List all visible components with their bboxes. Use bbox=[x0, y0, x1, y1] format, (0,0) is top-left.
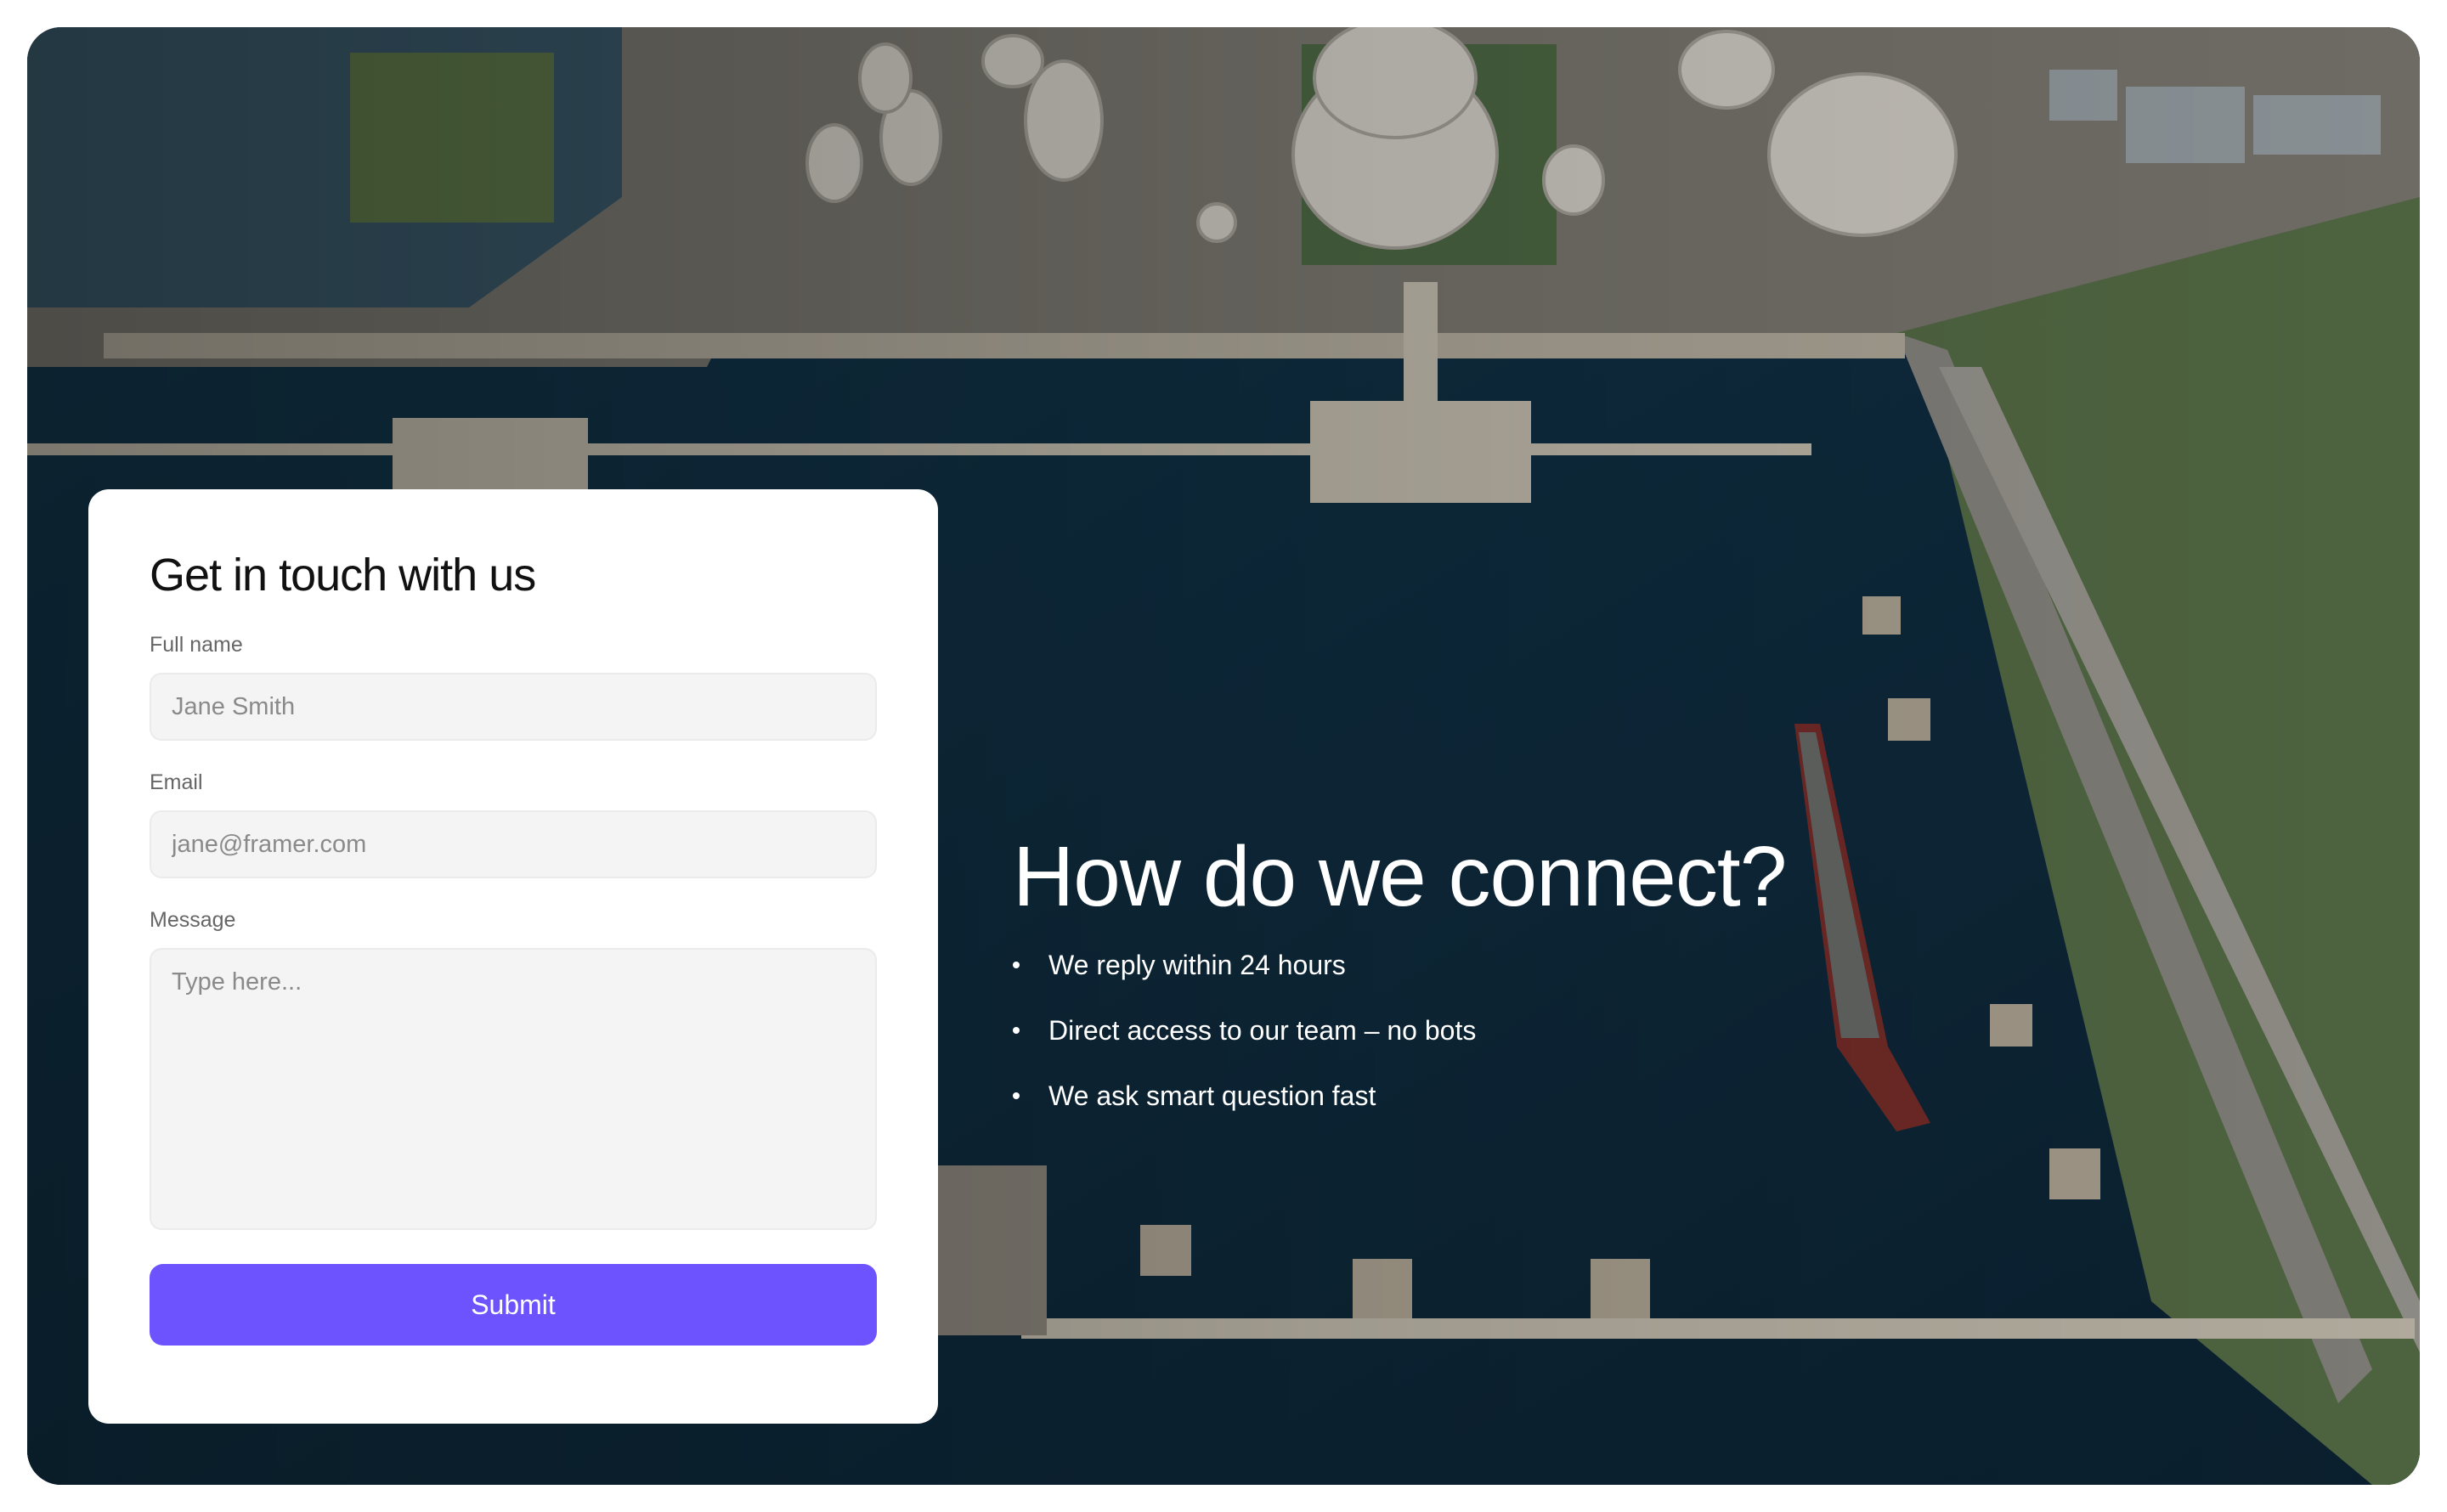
contact-form-card: Get in touch with us Full name Email Mes… bbox=[88, 489, 938, 1424]
full-name-input[interactable] bbox=[150, 673, 877, 741]
bullet-icon bbox=[1013, 1027, 1020, 1034]
list-item: We reply within 24 hours bbox=[1013, 948, 2032, 982]
info-heading: How do we connect? bbox=[1013, 829, 1787, 924]
list-item: Direct access to our team – no bots bbox=[1013, 1013, 2032, 1047]
info-list: We reply within 24 hours Direct access t… bbox=[1013, 948, 2032, 1113]
full-name-label: Full name bbox=[150, 633, 243, 657]
list-item: We ask smart question fast bbox=[1013, 1079, 2032, 1113]
submit-button[interactable]: Submit bbox=[150, 1264, 877, 1346]
list-item-text: We ask smart question fast bbox=[1048, 1080, 1376, 1111]
list-item-text: We reply within 24 hours bbox=[1048, 950, 1346, 980]
list-item-text: Direct access to our team – no bots bbox=[1048, 1015, 1477, 1046]
form-title: Get in touch with us bbox=[150, 550, 536, 601]
email-input[interactable] bbox=[150, 810, 877, 878]
email-label: Email bbox=[150, 770, 203, 794]
bullet-icon bbox=[1013, 962, 1020, 968]
message-textarea[interactable] bbox=[150, 948, 877, 1230]
bullet-icon bbox=[1013, 1092, 1020, 1099]
message-label: Message bbox=[150, 908, 236, 932]
info-section: How do we connect? We reply within 24 ho… bbox=[1013, 826, 2032, 1144]
